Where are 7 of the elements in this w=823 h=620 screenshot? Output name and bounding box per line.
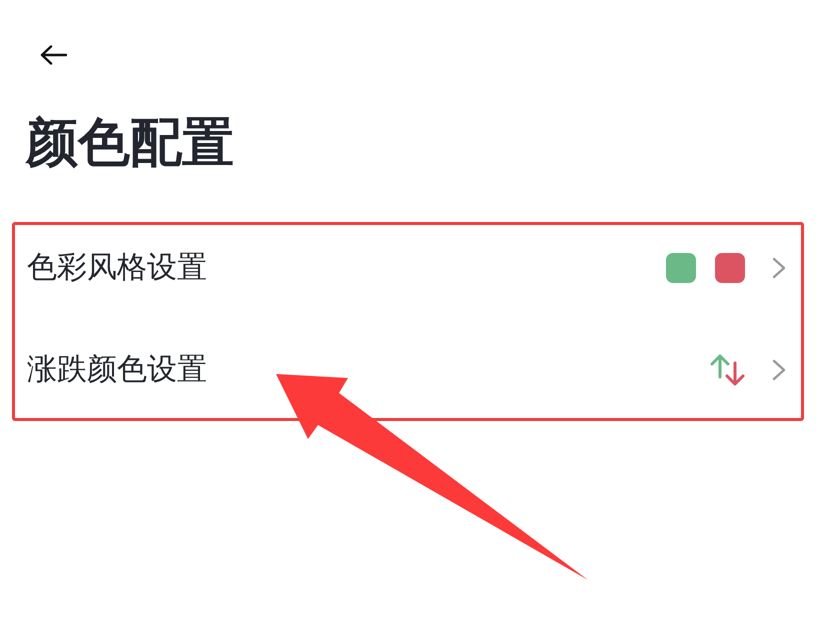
chevron-right-icon [772, 257, 786, 279]
up-down-arrows-icon [710, 354, 745, 386]
setting-label[interactable]: 涨跌颜色设置 [27, 352, 207, 388]
back-arrow-icon [40, 45, 67, 65]
setting-label[interactable]: 色彩风格设置 [27, 250, 207, 286]
page-title: 颜色配置 [26, 112, 234, 174]
chevron-right-icon [772, 359, 786, 381]
